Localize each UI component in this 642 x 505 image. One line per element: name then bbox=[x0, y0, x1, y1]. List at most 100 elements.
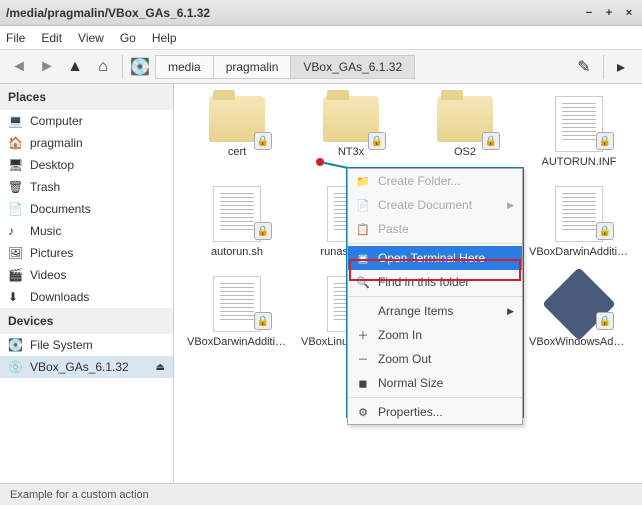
disk-icon[interactable]: 💽 bbox=[127, 54, 153, 80]
menu-help[interactable]: Help bbox=[152, 31, 177, 45]
menu-view[interactable]: View bbox=[78, 31, 104, 45]
lock-icon: 🔒 bbox=[368, 132, 386, 150]
lock-icon: 🔒 bbox=[596, 222, 614, 240]
context-item-icon: 📄 bbox=[356, 198, 370, 212]
context-separator bbox=[348, 243, 522, 244]
context-item-label: Find in this folder bbox=[378, 275, 469, 289]
breadcrumb-media[interactable]: media bbox=[155, 55, 214, 79]
context-item-normal-size[interactable]: ◼Normal Size bbox=[348, 371, 522, 395]
file-item[interactable]: 🔒 AUTORUN.INF bbox=[526, 96, 632, 168]
sidebar-item-vbox-gas-6-1-32[interactable]: 💿 VBox_GAs_6.1.32 ⏏ bbox=[0, 356, 173, 378]
context-item-find-in-this-folder[interactable]: 🔍 Find in this folder bbox=[348, 270, 522, 294]
context-item-arrange-items[interactable]: Arrange Items▶ bbox=[348, 299, 522, 323]
divider bbox=[122, 55, 123, 79]
sidebar-item-label: Pictures bbox=[30, 246, 73, 260]
place-icon: 🎬 bbox=[8, 268, 24, 282]
sidebar-item-downloads[interactable]: ⬇ Downloads bbox=[0, 286, 173, 308]
sidebar-item-file-system[interactable]: 💽File System bbox=[0, 334, 173, 356]
file-item[interactable]: 🔒 VBoxDarwinAdditionsUninstall.tool bbox=[184, 276, 290, 348]
callout-dot bbox=[316, 158, 324, 166]
menu-edit[interactable]: Edit bbox=[41, 31, 62, 45]
context-item-icon: ◼ bbox=[356, 376, 370, 390]
context-item-zoom-out[interactable]: － Zoom Out bbox=[348, 347, 522, 371]
breadcrumb-current[interactable]: VBox_GAs_6.1.32 bbox=[290, 55, 415, 79]
device-icon: 💿 bbox=[8, 360, 24, 374]
sidebar-item-label: Downloads bbox=[30, 290, 89, 304]
context-separator bbox=[348, 397, 522, 398]
window-maximize-button[interactable]: + bbox=[602, 6, 616, 20]
sidebar-item-computer[interactable]: 💻Computer bbox=[0, 110, 173, 132]
sidebar-item-label: VBox_GAs_6.1.32 bbox=[30, 360, 129, 374]
context-item-zoom-in[interactable]: ＋Zoom In bbox=[348, 323, 522, 347]
context-item-label: Zoom Out bbox=[378, 352, 431, 366]
file-item[interactable]: 🔒 VBoxDarwinAdditions.pkg bbox=[526, 186, 632, 258]
context-item-icon: － bbox=[356, 352, 370, 366]
breadcrumb-pragmalin[interactable]: pragmalin bbox=[213, 55, 292, 79]
context-item-label: Create Folder... bbox=[378, 174, 461, 188]
file-name: autorun.sh bbox=[211, 246, 263, 258]
context-item-icon: ⚙ bbox=[356, 405, 370, 419]
back-button[interactable]: ◄ bbox=[6, 54, 32, 80]
menu-file[interactable]: File bbox=[6, 31, 25, 45]
context-item-icon: 📋 bbox=[356, 222, 370, 236]
sidebar-item-label: Trash bbox=[30, 180, 60, 194]
sidebar-item-desktop[interactable]: 🖥Desktop bbox=[0, 154, 173, 176]
file-item[interactable]: 🔒 OS2 bbox=[412, 96, 518, 168]
file-name: cert bbox=[228, 146, 246, 158]
menubar: File Edit View Go Help bbox=[0, 26, 642, 50]
file-item[interactable]: 🔒 cert bbox=[184, 96, 290, 168]
sidebar: Places 💻Computer 🏠 pragmalin 🖥Desktop 🗑 Trash… bbox=[0, 84, 174, 483]
sidebar-places-head: Places bbox=[0, 84, 173, 110]
place-icon: ♪ bbox=[8, 224, 24, 238]
place-icon: 🖼 bbox=[8, 246, 24, 260]
sidebar-item-pragmalin[interactable]: 🏠 pragmalin bbox=[0, 132, 173, 154]
context-item-icon: ＋ bbox=[356, 328, 370, 342]
file-item[interactable]: 🔒 NT3x bbox=[298, 96, 404, 168]
menu-go[interactable]: Go bbox=[120, 31, 136, 45]
file-item[interactable]: 🔒autorun.sh bbox=[184, 186, 290, 258]
sidebar-item-label: Desktop bbox=[30, 158, 74, 172]
sidebar-item-documents[interactable]: 📄Documents bbox=[0, 198, 173, 220]
window-close-button[interactable]: × bbox=[622, 6, 636, 20]
file-item[interactable]: 🔒VBoxWindowsAdditions.exe bbox=[526, 276, 632, 348]
window-title: /media/pragmalin/VBox_GAs_6.1.32 bbox=[6, 6, 210, 20]
window-minimize-button[interactable]: − bbox=[582, 6, 596, 20]
lock-icon: 🔒 bbox=[596, 312, 614, 330]
lock-icon: 🔒 bbox=[596, 132, 614, 150]
context-item-open-terminal-here[interactable]: ▣Open Terminal Here bbox=[348, 246, 522, 270]
context-item-properties[interactable]: ⚙ Properties... bbox=[348, 400, 522, 424]
context-item-icon: ▣ bbox=[356, 251, 370, 265]
file-name: OS2 bbox=[454, 146, 476, 158]
context-item-icon: 🔍 bbox=[356, 275, 370, 289]
submenu-arrow-icon: ▶ bbox=[507, 306, 514, 317]
lock-icon: 🔒 bbox=[482, 132, 500, 150]
place-icon: 🗑 bbox=[8, 180, 24, 194]
sidebar-item-videos[interactable]: 🎬Videos bbox=[0, 264, 173, 286]
home-button[interactable]: ⌂ bbox=[90, 54, 116, 80]
file-name: NT3x bbox=[338, 146, 364, 158]
context-item-paste: 📋Paste bbox=[348, 217, 522, 241]
lock-icon: 🔒 bbox=[254, 132, 272, 150]
statusbar: Example for a custom action bbox=[0, 483, 642, 505]
sidebar-item-label: pragmalin bbox=[30, 136, 83, 150]
submenu-arrow-icon: ▶ bbox=[507, 200, 514, 211]
sidebar-devices-head: Devices bbox=[0, 308, 173, 334]
file-name: VBoxDarwinAdditions.pkg bbox=[529, 246, 629, 258]
up-button[interactable]: ▲ bbox=[62, 54, 88, 80]
place-icon: 🏠 bbox=[8, 136, 24, 150]
place-icon: ⬇ bbox=[8, 290, 24, 304]
sidebar-item-label: Computer bbox=[30, 114, 83, 128]
device-icon: 💽 bbox=[8, 338, 24, 352]
more-button[interactable]: ▸ bbox=[608, 54, 634, 80]
edit-path-button[interactable]: ✎ bbox=[571, 54, 597, 80]
context-item-label: Properties... bbox=[378, 405, 443, 419]
sidebar-item-pictures[interactable]: 🖼 Pictures bbox=[0, 242, 173, 264]
context-item-label: Create Document bbox=[378, 198, 472, 212]
divider bbox=[603, 55, 604, 79]
sidebar-item-music[interactable]: ♪Music bbox=[0, 220, 173, 242]
sidebar-item-trash[interactable]: 🗑 Trash bbox=[0, 176, 173, 198]
eject-icon[interactable]: ⏏ bbox=[156, 362, 165, 373]
file-name: VBoxDarwinAdditionsUninstall.tool bbox=[187, 336, 287, 348]
lock-icon: 🔒 bbox=[254, 312, 272, 330]
file-name: AUTORUN.INF bbox=[542, 156, 617, 168]
